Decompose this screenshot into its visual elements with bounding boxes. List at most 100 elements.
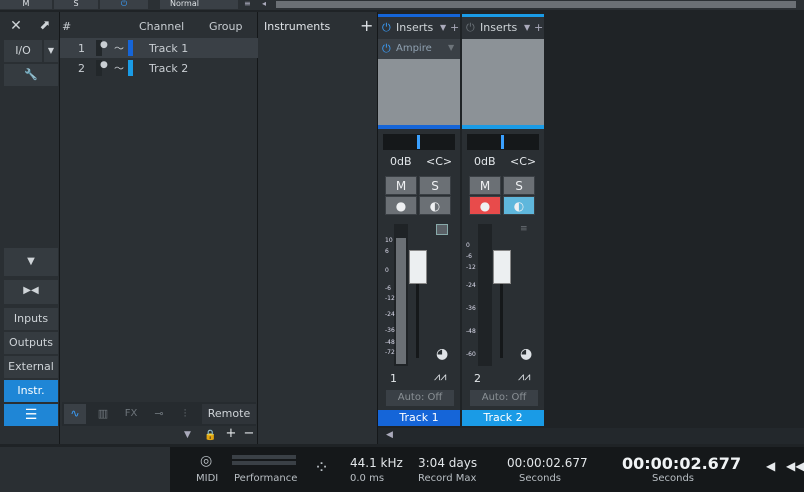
pan-knob-icon[interactable]: ◕ <box>520 346 532 362</box>
add-icon[interactable]: + <box>224 426 238 442</box>
wave-icon: 〜 <box>114 64 124 75</box>
track-name[interactable]: Track 1 <box>149 42 188 55</box>
record-arm-icon[interactable]: ● <box>385 196 417 215</box>
latency: 0.0 ms <box>350 473 385 484</box>
volume-fader[interactable] <box>493 250 511 284</box>
inserts-header: ⏻ Inserts ▼ + <box>378 17 460 39</box>
add-icon[interactable]: + <box>534 17 543 39</box>
power-icon[interactable]: ⏻ <box>466 17 475 39</box>
inserts-label[interactable]: Inserts <box>396 17 433 39</box>
pan-slider[interactable] <box>383 134 455 150</box>
monitor-icon[interactable]: ◐ <box>419 196 451 215</box>
mute-all-button[interactable]: M <box>0 0 52 9</box>
add-icon[interactable]: + <box>450 17 459 39</box>
mixer-scrollbar[interactable]: ◀ <box>378 428 804 444</box>
time-display-large[interactable]: 00:00:02.677 <box>622 454 741 473</box>
track-color-swatch <box>128 40 133 56</box>
remove-icon[interactable]: − <box>242 426 256 442</box>
volume-readout: 0dB <box>474 155 496 168</box>
mode-select[interactable]: Normal <box>160 0 238 9</box>
automation-icon[interactable]: ⩘⩘ <box>434 370 446 384</box>
chevron-down-icon[interactable]: ▼ <box>524 17 530 39</box>
menu-icon[interactable]: ≡ <box>244 0 260 9</box>
power-icon[interactable]: ⏻ <box>382 42 391 56</box>
close-icon[interactable]: ✕ <box>4 16 28 36</box>
arrow-left-icon[interactable]: ◀ <box>386 430 393 440</box>
add-instrument-button[interactable]: + <box>360 16 373 35</box>
seconds-label-large: Seconds <box>652 473 695 484</box>
keyboard-icon[interactable]: ▥ <box>92 404 114 424</box>
meter-left <box>394 224 408 366</box>
inserts-panel: ⏻ Inserts ▼ + <box>462 17 544 125</box>
pan-readout: <C> <box>510 155 537 168</box>
power-icon[interactable]: ⏻ <box>382 17 391 39</box>
table-row[interactable]: 2 ● 〜 Track 2 <box>60 58 258 78</box>
record-max-value: 3:04 days <box>418 456 478 470</box>
track-color-swatch <box>128 60 133 76</box>
volume-fader[interactable] <box>409 250 427 284</box>
meter-left <box>478 224 492 366</box>
monitor-icon[interactable]: ◐ <box>503 196 535 215</box>
mixer-strip-1: ⏻ Inserts ▼ + ⏻ Ampire ▼ 0dB <C> M S ● ◐… <box>378 14 460 426</box>
list-view-icon[interactable]: ☰ <box>4 404 58 426</box>
nav-external[interactable]: External <box>4 356 58 378</box>
solo-button[interactable]: S <box>503 176 535 195</box>
inserts-label[interactable]: Inserts <box>480 17 517 39</box>
pan-knob-icon[interactable]: ◕ <box>436 346 448 362</box>
time-display-small[interactable]: 00:00:02.677 <box>507 456 588 470</box>
mute-button[interactable]: M <box>385 176 417 195</box>
scrollbar[interactable] <box>276 1 796 8</box>
channel-list-toolbar: ∿ ▥ FX ⊸ ⫶ Remote <box>62 402 256 426</box>
plugin-name[interactable]: Ampire <box>396 43 432 54</box>
arrow-left-icon[interactable]: ◂ <box>262 0 274 9</box>
wrench-icon[interactable]: 🔧 <box>4 64 58 86</box>
midi-icon[interactable]: ◎ <box>200 453 212 469</box>
fx-button[interactable]: FX <box>120 404 142 424</box>
mute-button[interactable]: M <box>469 176 501 195</box>
chevron-down-icon[interactable]: ▼ <box>440 17 446 39</box>
io-button[interactable]: I/O <box>4 40 42 62</box>
strip-name[interactable]: Track 1 <box>378 410 460 426</box>
automation-icon[interactable]: ⩘⩘ <box>518 370 530 384</box>
collapse-horizontal-icon[interactable]: ▶◀ <box>4 280 58 304</box>
chevron-down-icon[interactable]: ▼ <box>44 40 58 62</box>
expand-icon[interactable] <box>436 224 448 235</box>
pan-slider[interactable] <box>467 134 539 150</box>
auto-mode-select[interactable]: Auto: Off <box>386 390 454 406</box>
solo-button[interactable]: S <box>419 176 451 195</box>
fast-rewind-icon[interactable]: ◀◀ <box>786 459 804 473</box>
col-group-header: Group <box>209 20 243 33</box>
solo-all-button[interactable]: S <box>54 0 98 9</box>
table-row[interactable]: 1 ● 〜 Track 1 <box>60 38 258 58</box>
midi-label: MIDI <box>196 473 219 484</box>
collapse-vertical-icon[interactable]: ▼ <box>4 248 58 276</box>
expand-icon[interactable]: ≡ <box>520 224 532 235</box>
dropdown-icon[interactable]: ▼ <box>184 430 191 440</box>
nav-outputs[interactable]: Outputs <box>4 332 58 354</box>
record-max-label: Record Max <box>418 473 477 484</box>
db-scale: 10 6 0 -6 -12 -24 -36 -48 -72 <box>385 237 395 356</box>
remote-button[interactable]: Remote <box>202 404 256 424</box>
record-arm-icon[interactable]: ● <box>469 196 501 215</box>
record-dot-icon[interactable]: ● <box>100 60 108 70</box>
record-dot-icon[interactable]: ● <box>100 40 108 50</box>
waveform-view-icon[interactable]: ∿ <box>64 404 86 424</box>
nav-instr[interactable]: Instr. <box>4 380 58 402</box>
strip-number: 2 <box>474 372 481 385</box>
track-name[interactable]: Track 2 <box>149 62 188 75</box>
nav-inputs[interactable]: Inputs <box>4 308 58 330</box>
insert-slot[interactable]: ⏻ Ampire ▼ <box>378 39 460 59</box>
routing-icon[interactable]: ⊸ <box>148 404 170 424</box>
strip-name[interactable]: Track 2 <box>462 410 544 426</box>
fader-icon[interactable]: ⫶ <box>174 404 196 424</box>
power-icon[interactable]: ⏻ <box>100 0 148 9</box>
auto-mode-select[interactable]: Auto: Off <box>470 390 538 406</box>
chevron-down-icon[interactable]: ▼ <box>448 43 454 52</box>
sample-rate: 44.1 kHz <box>350 456 403 470</box>
wave-icon: 〜 <box>114 44 124 55</box>
detach-icon[interactable]: ⬈ <box>34 16 56 36</box>
top-strip: M S ⏻ Normal ≡ ◂ <box>0 0 804 10</box>
rewind-icon[interactable]: ◀ <box>766 459 775 473</box>
performance-label: Performance <box>234 473 298 484</box>
lock-icon[interactable]: 🔒 <box>204 430 216 441</box>
